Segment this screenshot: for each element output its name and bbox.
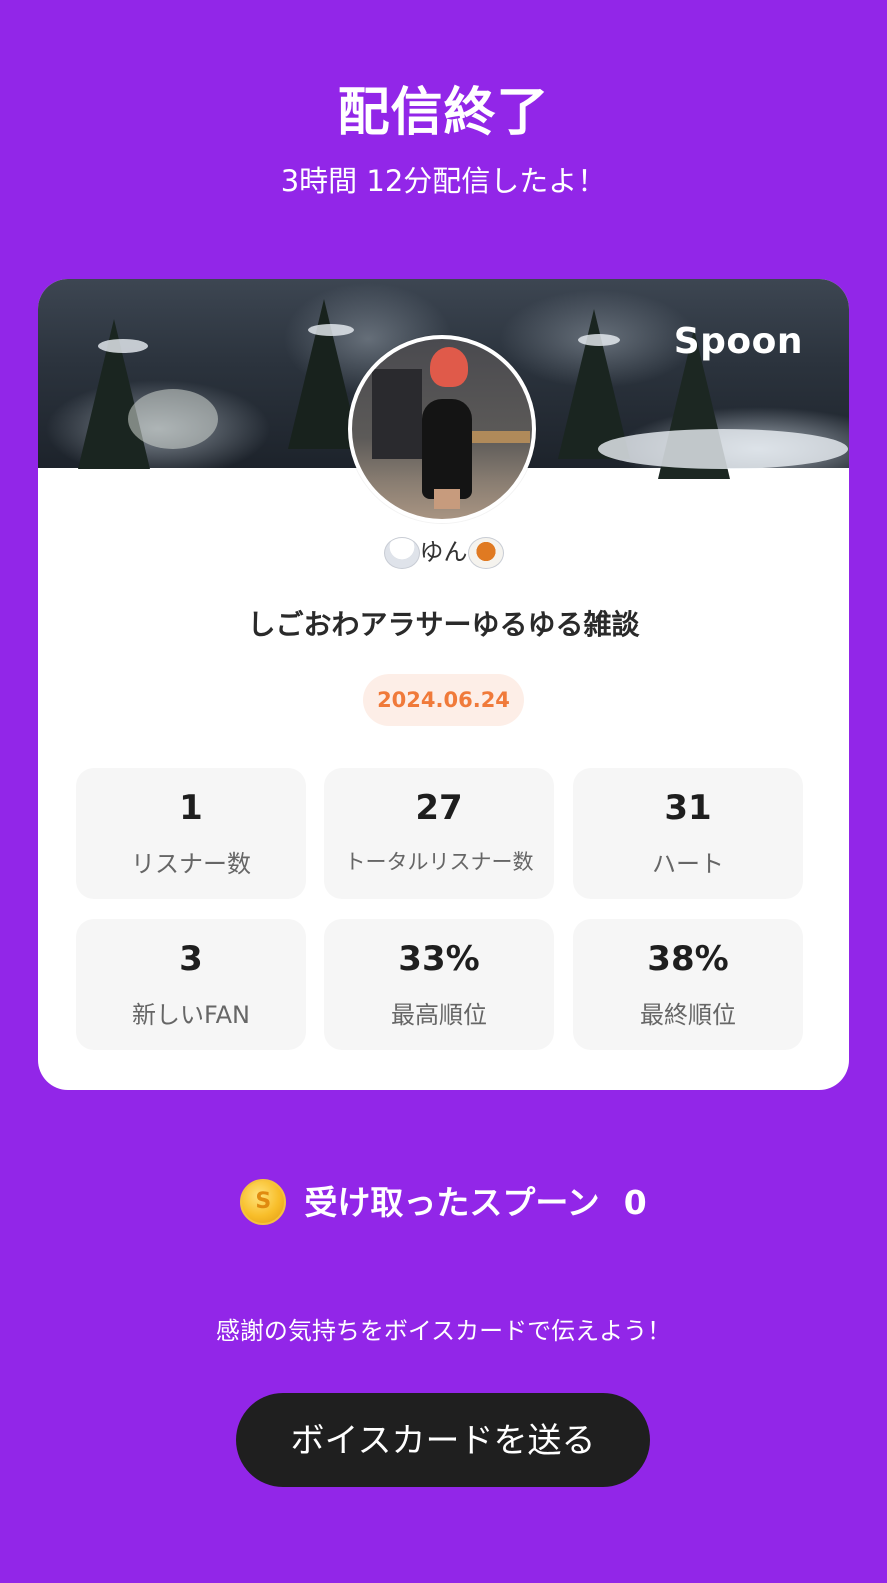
stat-value: 27 [415, 788, 463, 828]
stat-label: 最高順位 [391, 1001, 487, 1029]
rice-bowl-icon [383, 537, 420, 569]
received-spoons-label: 受け取ったスプーン [304, 1183, 600, 1222]
broadcast-summary-card: Spoon ゆん しごおわアラサーゆるゆる雑談 2024.06.24 1 リスナ… [38, 279, 849, 1090]
stat-value: 3 [179, 939, 203, 979]
stat-highest-rank: 33% 最高順位 [324, 919, 554, 1050]
stat-value: 31 [664, 788, 712, 828]
username-text: ゆん [419, 538, 468, 566]
stat-label: 新しいFAN [132, 1001, 250, 1029]
spoon-coin-icon: S [240, 1178, 287, 1225]
stat-label: トータルリスナー数 [344, 850, 534, 874]
page-title: 配信終了 [337, 83, 550, 143]
send-voice-card-button[interactable]: ボイスカードを送る [236, 1393, 650, 1487]
stat-new-fans: 3 新しいFAN [76, 919, 306, 1050]
stat-value: 33% [398, 939, 480, 979]
avatar [348, 335, 536, 523]
username: ゆん [38, 532, 849, 569]
stat-label: ハート [652, 850, 724, 878]
stat-hearts: 31 ハート [573, 768, 803, 899]
date-badge: 2024.06.24 [363, 674, 524, 726]
stat-final-rank: 38% 最終順位 [573, 919, 803, 1050]
broadcast-duration-text: 3時間 12分配信したよ！ [280, 164, 607, 198]
stat-total-listeners: 27 トータルリスナー数 [324, 768, 554, 899]
stat-value: 1 [179, 788, 203, 828]
stat-listeners: 1 リスナー数 [76, 768, 306, 899]
thanks-message: 感謝の気持ちをボイスカードで伝えよう！ [215, 1317, 672, 1345]
received-spoons: S 受け取ったスプーン 0 [0, 1176, 887, 1228]
spoon-logo: Spoon [673, 321, 803, 362]
stat-value: 38% [647, 939, 729, 979]
stream-title: しごおわアラサーゆるゆる雑談 [247, 608, 640, 641]
stat-label: リスナー数 [131, 850, 251, 878]
stat-label: 最終順位 [640, 1001, 736, 1029]
curry-rice-icon [467, 537, 504, 569]
received-spoons-count: 0 [623, 1183, 647, 1222]
